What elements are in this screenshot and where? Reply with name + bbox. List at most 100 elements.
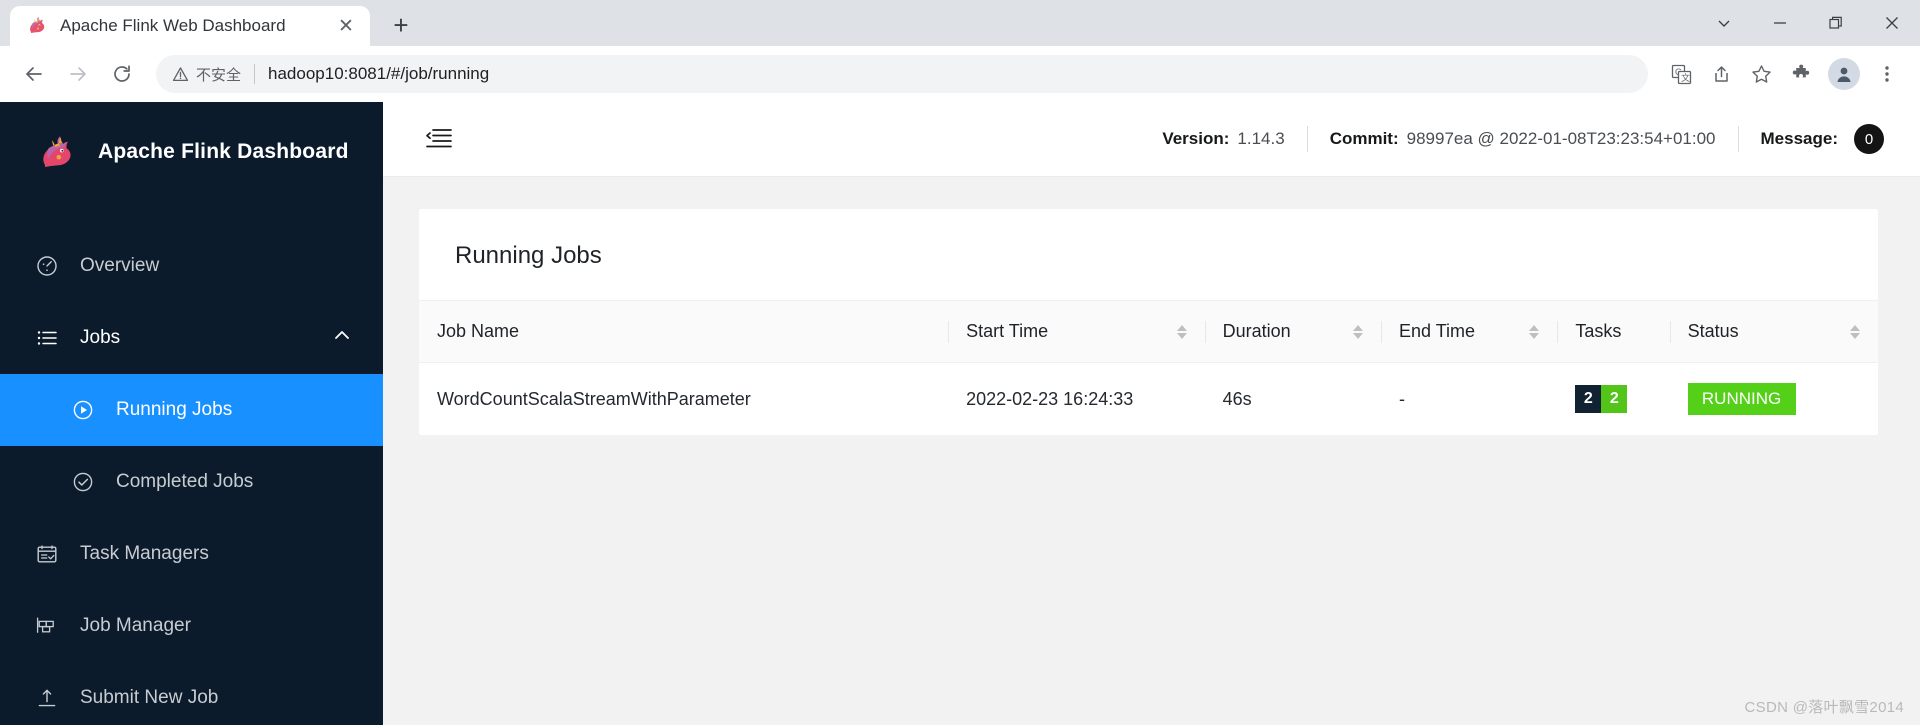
maximize-restore-button[interactable] bbox=[1808, 0, 1864, 46]
message-count-badge[interactable]: 0 bbox=[1854, 124, 1884, 154]
sidebar-brand-label: Apache Flink Dashboard bbox=[98, 140, 349, 163]
address-bar[interactable]: 不安全 hadoop10:8081/#/job/running bbox=[156, 55, 1648, 93]
chevron-up-icon[interactable] bbox=[333, 326, 351, 350]
svg-text:文: 文 bbox=[1681, 72, 1690, 83]
cell-status: RUNNING bbox=[1670, 363, 1878, 436]
watermark-text: CSDN @落叶飘雪2014 bbox=[1744, 699, 1904, 716]
running-jobs-table: Job Name Start Time Duration End Time Ta… bbox=[419, 301, 1878, 435]
browser-toolbar: 不安全 hadoop10:8081/#/job/running G 文 bbox=[0, 46, 1920, 102]
check-circle-icon bbox=[72, 471, 94, 493]
column-header-job-name[interactable]: Job Name bbox=[419, 301, 949, 363]
security-warning-chip[interactable]: 不安全 bbox=[172, 64, 241, 85]
cell-duration: 46s bbox=[1222, 388, 1252, 409]
list-icon bbox=[36, 327, 58, 349]
column-header-status[interactable]: Status bbox=[1669, 301, 1878, 363]
sidebar-item-label: Completed Jobs bbox=[116, 471, 254, 492]
version-label: Version: bbox=[1162, 129, 1230, 148]
sort-toggle-icon[interactable] bbox=[1176, 324, 1187, 339]
share-icon[interactable] bbox=[1702, 55, 1740, 93]
flink-squirrel-logo-icon bbox=[36, 131, 80, 173]
chrome-menu-icon[interactable] bbox=[1868, 55, 1906, 93]
cell-job-name[interactable]: WordCountScalaStreamWithParameter bbox=[419, 363, 948, 436]
sidebar-item-completed-jobs[interactable]: Completed Jobs bbox=[0, 446, 383, 518]
content-area: Running Jobs Job Name Start Time Duratio… bbox=[383, 177, 1920, 725]
close-window-button[interactable] bbox=[1864, 0, 1920, 46]
column-header-duration[interactable]: Duration bbox=[1204, 301, 1381, 363]
column-header-end-time[interactable]: End Time bbox=[1380, 301, 1558, 363]
column-label: Status bbox=[1687, 321, 1739, 341]
top-bar: Version: 1.14.3 Commit: 98997ea @ 2022-0… bbox=[383, 102, 1920, 177]
window-controls bbox=[1696, 0, 1920, 46]
sidebar-item-running-jobs[interactable]: Running Jobs bbox=[0, 374, 383, 446]
browser-window: Apache Flink Web Dashboard ✕ + 不安全 hadoo… bbox=[0, 0, 1920, 725]
column-header-start-time[interactable]: Start Time bbox=[948, 301, 1205, 363]
page-viewport: Apache Flink Dashboard Overview Jobs Run… bbox=[0, 102, 1920, 725]
menu-fold-icon[interactable] bbox=[425, 126, 453, 152]
sidebar-item-jobs[interactable]: Jobs bbox=[0, 302, 383, 374]
message-label: Message: bbox=[1760, 129, 1838, 148]
browser-tab[interactable]: Apache Flink Web Dashboard ✕ bbox=[10, 6, 370, 46]
meta-divider bbox=[1737, 126, 1739, 152]
warning-triangle-icon bbox=[172, 66, 189, 81]
sidebar-item-job-manager[interactable]: Job Manager bbox=[0, 590, 383, 662]
tab-strip: Apache Flink Web Dashboard ✕ + bbox=[0, 0, 1920, 46]
tab-title: Apache Flink Web Dashboard bbox=[60, 16, 286, 35]
translate-icon[interactable]: G 文 bbox=[1662, 55, 1700, 93]
column-header-tasks[interactable]: Tasks bbox=[1557, 301, 1670, 363]
running-jobs-card: Running Jobs Job Name Start Time Duratio… bbox=[419, 209, 1878, 435]
extensions-puzzle-icon[interactable] bbox=[1782, 55, 1820, 93]
bookmark-star-icon[interactable] bbox=[1742, 55, 1780, 93]
forward-button[interactable] bbox=[58, 54, 98, 94]
sidebar-item-label: Task Managers bbox=[80, 543, 209, 564]
tasks-running-badge: 2 bbox=[1601, 385, 1628, 413]
meta-divider bbox=[1306, 126, 1308, 152]
cell-tasks: 2 2 bbox=[1557, 363, 1669, 436]
play-circle-icon bbox=[72, 399, 94, 421]
table-header-row: Job Name Start Time Duration End Time Ta… bbox=[419, 301, 1878, 363]
top-bar-meta: Version: 1.14.3 Commit: 98997ea @ 2022-0… bbox=[1162, 124, 1884, 154]
url-text: hadoop10:8081/#/job/running bbox=[268, 64, 490, 83]
back-button[interactable] bbox=[14, 54, 54, 94]
sidebar-nav: Overview Jobs Running Jobs Completed Job… bbox=[0, 202, 383, 725]
tasks-badge-group: 2 2 bbox=[1575, 385, 1628, 413]
table-row[interactable]: WordCountScalaStreamWithParameter 2022-0… bbox=[419, 363, 1878, 436]
minimize-button[interactable] bbox=[1752, 0, 1808, 46]
sidebar-item-label: Jobs bbox=[80, 327, 121, 348]
job-manager-grid-icon bbox=[36, 615, 58, 637]
reload-button[interactable] bbox=[102, 54, 142, 94]
tab-close-icon[interactable]: ✕ bbox=[334, 14, 358, 38]
sort-toggle-icon[interactable] bbox=[1529, 324, 1540, 339]
sidebar-brand[interactable]: Apache Flink Dashboard bbox=[0, 102, 383, 202]
column-label: Tasks bbox=[1575, 321, 1622, 341]
sidebar-item-overview[interactable]: Overview bbox=[0, 230, 383, 302]
version-value: 1.14.3 bbox=[1237, 129, 1285, 148]
security-warning-text: 不安全 bbox=[196, 66, 242, 84]
task-manager-icon bbox=[36, 543, 58, 565]
profile-avatar-icon[interactable] bbox=[1828, 58, 1860, 90]
sidebar-item-label: Submit New Job bbox=[80, 687, 219, 708]
upload-icon bbox=[36, 687, 58, 709]
flink-sidebar: Apache Flink Dashboard Overview Jobs Run… bbox=[0, 102, 383, 725]
column-label: Duration bbox=[1222, 321, 1291, 341]
tab-search-chevron-icon[interactable] bbox=[1696, 0, 1752, 46]
dashboard-gauge-icon bbox=[36, 255, 58, 277]
new-tab-button[interactable]: + bbox=[384, 8, 418, 42]
cell-start-time: 2022-02-23 16:24:33 bbox=[966, 388, 1134, 409]
sidebar-item-label: Running Jobs bbox=[116, 399, 233, 420]
omnibox-divider bbox=[254, 64, 256, 84]
page-title: Running Jobs bbox=[419, 209, 1878, 301]
status-badge: RUNNING bbox=[1687, 383, 1796, 415]
toolbar-icon-group: G 文 bbox=[1662, 55, 1906, 93]
commit-label: Commit: bbox=[1329, 129, 1399, 148]
tasks-total-badge: 2 bbox=[1575, 385, 1602, 413]
cell-end-time: - bbox=[1398, 388, 1405, 409]
column-label: Start Time bbox=[966, 321, 1049, 341]
sidebar-item-submit-new-job[interactable]: Submit New Job bbox=[0, 662, 383, 725]
column-label: End Time bbox=[1398, 321, 1476, 341]
column-label: Job Name bbox=[437, 321, 520, 341]
commit-value: 98997ea @ 2022-01-08T23:23:54+01:00 bbox=[1406, 129, 1716, 148]
flink-squirrel-favicon bbox=[26, 15, 48, 37]
sidebar-item-task-managers[interactable]: Task Managers bbox=[0, 518, 383, 590]
sort-toggle-icon[interactable] bbox=[1352, 324, 1363, 339]
sort-toggle-icon[interactable] bbox=[1850, 324, 1860, 339]
